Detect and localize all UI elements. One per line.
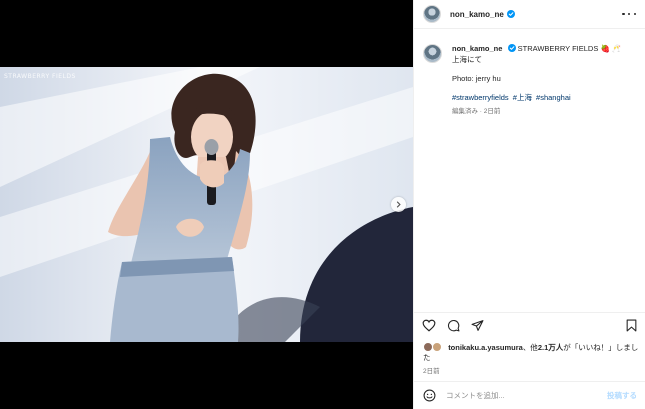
emoji-icon[interactable]	[423, 389, 436, 402]
post-details-panel: non_kamo_ne non_kamo_ne STRAWBERRY FIELD…	[413, 0, 645, 409]
caption-photo-credit: Photo: jerry hu	[452, 74, 501, 83]
post-timestamp[interactable]: 2日前	[423, 365, 440, 375]
bookmark-icon	[626, 319, 636, 332]
post-media: STRAWBERRY FIELDS	[0, 0, 413, 409]
post-header: non_kamo_ne	[414, 0, 645, 29]
hashtag-link[interactable]: #strawberryfields	[452, 93, 509, 102]
caption-location: 上海にて	[452, 55, 482, 64]
avatar[interactable]	[423, 5, 441, 23]
share-button[interactable]	[470, 319, 484, 333]
verified-badge-icon	[506, 10, 515, 18]
next-photo-button[interactable]	[391, 197, 406, 212]
concert-photo	[0, 67, 413, 342]
likes-text-mid: 、他	[522, 343, 538, 352]
verified-badge-icon	[507, 44, 516, 52]
hashtag-link[interactable]: #shanghai	[536, 93, 571, 102]
caption-avatar[interactable]	[423, 44, 442, 63]
share-icon	[471, 320, 483, 331]
caption-body: non_kamo_ne STRAWBERRY FIELDS 🍓 🥂 上海にて P…	[452, 44, 621, 117]
hashtag-link[interactable]: #上海	[513, 93, 532, 102]
caption-username[interactable]: non_kamo_ne	[452, 44, 502, 53]
caption-title: STRAWBERRY FIELDS	[517, 44, 599, 53]
more-options-icon[interactable]	[622, 9, 636, 19]
likes-user-link[interactable]: tonikaku.a.yasumura	[448, 343, 523, 352]
avatar	[432, 342, 443, 352]
username-link[interactable]: non_kamo_ne	[450, 10, 504, 19]
photo-watermark: STRAWBERRY FIELDS	[4, 73, 76, 80]
hashtags: #strawberryfields #上海 #shanghai	[452, 93, 621, 103]
comment-input[interactable]	[446, 391, 607, 400]
post-photo[interactable]: STRAWBERRY FIELDS	[0, 67, 413, 342]
save-button[interactable]	[624, 319, 638, 333]
likes-summary: tonikaku.a.yasumura、他2.1万人が「いいね！」しました	[423, 342, 639, 363]
caption: non_kamo_ne STRAWBERRY FIELDS 🍓 🥂 上海にて P…	[423, 44, 638, 117]
comment-button[interactable]	[446, 319, 460, 333]
like-button[interactable]	[422, 319, 436, 333]
chevron-right-icon	[396, 201, 401, 208]
likes-count-link[interactable]: 2.1万人	[538, 343, 563, 352]
action-bar	[414, 312, 645, 338]
caption-emojis: 🍓 🥂	[600, 44, 622, 53]
comment-bar: 投稿する	[414, 381, 645, 409]
post-comment-button[interactable]: 投稿する	[607, 390, 637, 401]
heart-icon	[422, 319, 436, 332]
edited-meta: 編集済み · 2日前	[452, 108, 501, 115]
comment-icon	[447, 319, 459, 332]
